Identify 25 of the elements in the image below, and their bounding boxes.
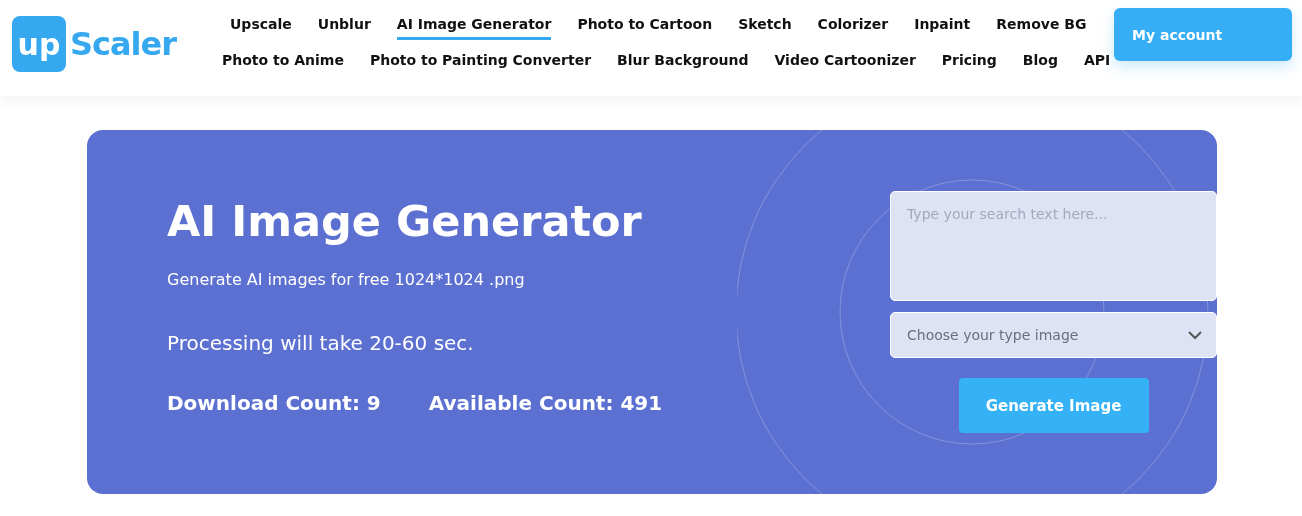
count-label: Available Count: 491 xyxy=(428,391,663,415)
logo-text: Scaler xyxy=(70,25,177,63)
nav-link[interactable]: Upscale xyxy=(230,12,292,40)
nav-link[interactable]: Pricing xyxy=(941,48,997,76)
nav-link[interactable]: Unblur xyxy=(317,12,371,40)
nav-link[interactable]: Photo to Painting Converter xyxy=(369,48,592,76)
hero-subtitle: Generate AI images for free 1024*1024 .png xyxy=(167,270,526,289)
type-select[interactable]: Choose your type image xyxy=(890,312,1217,358)
processing-note: Processing will take 20-60 sec. xyxy=(167,331,475,355)
nav-link[interactable]: Photo to Cartoon xyxy=(577,12,713,40)
prompt-field[interactable]: Type your search text here... xyxy=(890,191,1217,301)
nav-link[interactable]: Colorizer xyxy=(817,12,889,40)
hero-title: AI Image Generator xyxy=(167,196,643,246)
chevron-down-icon xyxy=(1188,330,1202,340)
nav-link[interactable]: Inpaint xyxy=(914,12,971,40)
nav-link[interactable]: Photo to Anime xyxy=(222,48,344,76)
nav-link[interactable]: Remove BG xyxy=(996,12,1087,40)
count-label: Download Count: 9 xyxy=(167,391,381,415)
nav-link[interactable]: Video Cartoonizer xyxy=(774,48,916,76)
nav-link[interactable]: API xyxy=(1083,48,1111,76)
nav-link[interactable]: Sketch xyxy=(738,12,792,40)
nav-link[interactable]: AI Image Generator xyxy=(396,12,552,40)
nav-link[interactable]: Blog xyxy=(1022,48,1058,76)
logo-icon: up xyxy=(12,16,66,72)
nav-link[interactable]: Blur Background xyxy=(617,48,749,76)
